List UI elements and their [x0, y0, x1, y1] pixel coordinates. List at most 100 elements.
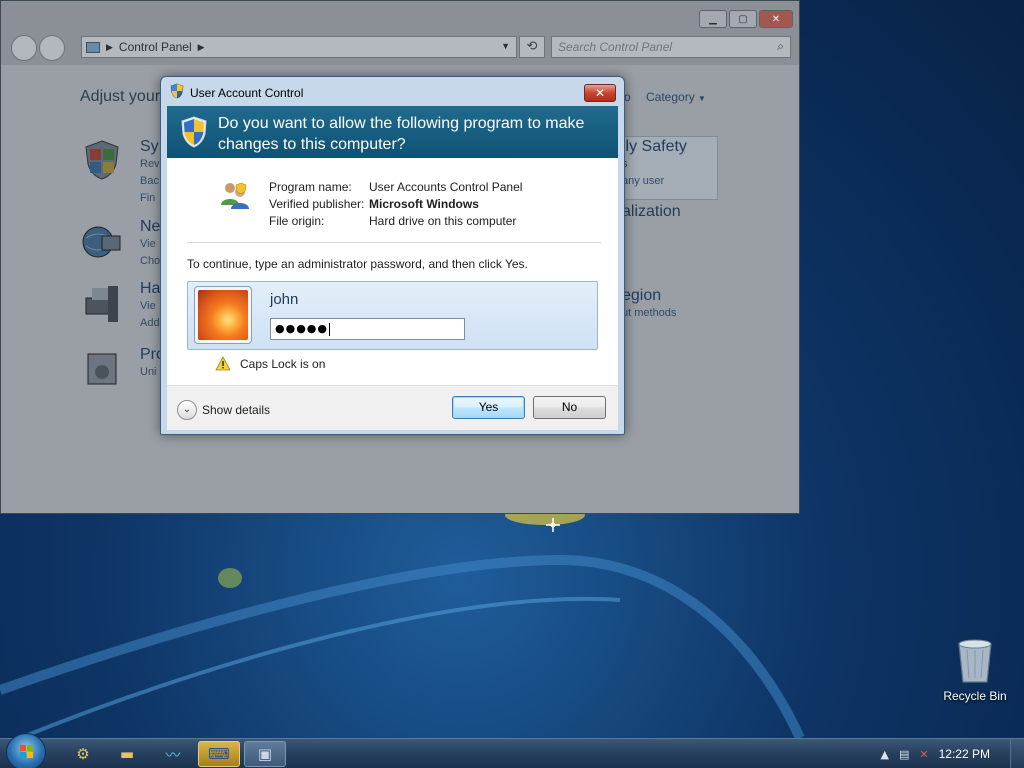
show-details-button[interactable]: ⌄ — [177, 400, 197, 420]
search-input[interactable]: Search Control Panel ⌕ — [551, 36, 791, 58]
uac-shield-icon — [181, 116, 207, 148]
show-details-label[interactable]: Show details — [202, 403, 270, 417]
programs-box-icon — [87, 353, 117, 385]
publisher-value: Microsoft Windows — [369, 197, 479, 211]
app-icon: ⚙ — [76, 745, 90, 763]
dialog-title: User Account Control — [190, 86, 304, 100]
windows-logo-icon — [20, 745, 33, 758]
printer-icon — [85, 286, 118, 322]
recycle-bin-label[interactable]: Recycle Bin — [937, 689, 1013, 703]
taskbar-app-icon[interactable]: ⚙ — [62, 741, 104, 767]
view-by-dropdown[interactable]: Category ▼ — [646, 90, 706, 104]
network-globe-icon — [82, 226, 121, 258]
category-hardware[interactable]: Ha Vie Add — [140, 280, 160, 332]
maximize-button[interactable]: ▢ — [729, 10, 757, 28]
start-button[interactable] — [6, 733, 46, 768]
taskbar-control-panel[interactable]: ▣ — [244, 741, 286, 767]
category-link[interactable]: Vie — [140, 236, 160, 253]
category-link[interactable]: Bac — [140, 173, 160, 190]
category-system-security[interactable]: Sy Rev Bac Fin — [140, 138, 160, 207]
cursor-icon — [546, 518, 560, 532]
category-title: ily Safety — [622, 138, 687, 155]
recycle-bin-icon[interactable] — [953, 636, 997, 684]
publisher-label: Verified publisher: — [269, 197, 365, 211]
refresh-icon: ⟲ — [526, 39, 538, 54]
taskbar-network[interactable]: 〰 — [152, 741, 194, 767]
chevron-down-icon: ▼ — [698, 94, 706, 103]
network-icon: 〰 — [165, 745, 181, 764]
username-label: john — [270, 291, 299, 308]
show-hidden-icons[interactable]: ▲ — [881, 748, 889, 761]
category-link[interactable]: s — [622, 156, 687, 173]
no-button[interactable]: No — [533, 396, 606, 419]
category-link[interactable]: Add — [140, 315, 160, 332]
category-link[interactable]: Cho — [140, 253, 160, 270]
breadcrumb-chevron-icon: ▶ — [106, 41, 113, 52]
network-status-icon[interactable]: ▤ — [899, 748, 909, 761]
uac-banner: Do you want to allow the following progr… — [167, 106, 618, 158]
category-link[interactable]: Vie — [140, 298, 160, 315]
minimize-button[interactable]: ▁ — [699, 10, 727, 28]
refresh-button[interactable]: ⟲ — [519, 36, 545, 58]
category-link[interactable]: Fin — [140, 190, 160, 207]
uac-titlebar[interactable]: User Account Control ✕ — [161, 77, 624, 105]
category-link[interactable]: Rev — [140, 156, 160, 173]
breadcrumb-control-panel[interactable]: Control Panel — [119, 40, 192, 54]
breadcrumb-chevron-icon: ▶ — [197, 41, 205, 52]
chevron-down-icon[interactable]: ▼ — [501, 41, 510, 51]
volume-muted-icon[interactable]: ✕ — [919, 748, 928, 761]
text-caret — [329, 322, 330, 336]
shield-icon — [85, 140, 119, 180]
back-button[interactable] — [11, 35, 37, 61]
page-title: Adjust your — [80, 88, 161, 105]
taskbar: ⚙ ▬ 〰 ⌨ ▣ ▲ ▤ ✕ 12:22 PM — [0, 733, 1024, 768]
category-title: egion — [622, 287, 662, 304]
forward-button[interactable] — [39, 35, 65, 61]
avatar — [194, 286, 252, 344]
category-link[interactable]: ut methods — [622, 305, 676, 322]
address-bar[interactable]: ▶ Control Panel ▶ ▼ — [81, 36, 517, 58]
category-clock-region[interactable]: egion ut methods — [622, 287, 676, 322]
separator — [187, 242, 601, 243]
uac-footer: ⌄ Show details Yes No — [167, 385, 618, 430]
avatar-flower-image — [198, 290, 248, 340]
warning-icon — [215, 356, 231, 371]
credential-tile[interactable]: john ●●●●● — [187, 281, 598, 350]
file-origin-label: File origin: — [269, 214, 325, 228]
category-title: Sy — [140, 138, 159, 155]
close-button[interactable]: ✕ — [759, 10, 793, 28]
password-mask: ●●●●● — [275, 322, 328, 335]
taskbar-explorer[interactable]: ▬ — [106, 741, 148, 767]
category-link[interactable]: any user — [622, 173, 687, 190]
password-field[interactable]: ●●●●● — [270, 318, 465, 340]
folder-icon: ▬ — [119, 745, 135, 763]
view-by-value: Category — [646, 90, 695, 104]
search-placeholder: Search Control Panel — [558, 40, 673, 54]
category-title: alization — [622, 203, 681, 220]
category-title: Ne — [140, 218, 161, 235]
caps-lock-warning: Caps Lock is on — [240, 357, 326, 371]
uac-shield-icon — [170, 83, 184, 99]
file-origin-value: Hard drive on this computer — [369, 214, 517, 228]
control-panel-icon — [86, 41, 100, 53]
desktop-wallpaper-glow — [0, 505, 805, 738]
category-network[interactable]: Ne Vie Cho — [140, 218, 160, 270]
category-personalization[interactable]: alization — [622, 203, 681, 221]
category-family-safety[interactable]: ily Safety s any user — [622, 138, 687, 190]
chevron-down-icon: ⌄ — [182, 404, 192, 415]
instruction-text: To continue, type an administrator passw… — [187, 257, 528, 271]
taskbar-on-screen-keyboard[interactable]: ⌨ — [198, 741, 240, 767]
yes-button[interactable]: Yes — [452, 396, 525, 419]
program-name-label: Program name: — [269, 180, 352, 194]
search-icon[interactable]: ⌕ — [777, 39, 784, 54]
uac-question: Do you want to allow the following progr… — [218, 115, 585, 153]
clock[interactable]: 12:22 PM — [939, 747, 990, 761]
close-icon: ✕ — [594, 86, 606, 100]
system-tray: ▲ ▤ ✕ 12:22 PM — [881, 739, 1024, 768]
view-by-fragment: o — [624, 90, 631, 104]
window-caption-buttons: ▁ ▢ ✕ — [699, 10, 793, 28]
show-desktop-button[interactable] — [1010, 739, 1024, 768]
users-icon — [221, 182, 249, 209]
category-title: Ha — [140, 280, 161, 297]
close-button[interactable]: ✕ — [584, 84, 616, 102]
